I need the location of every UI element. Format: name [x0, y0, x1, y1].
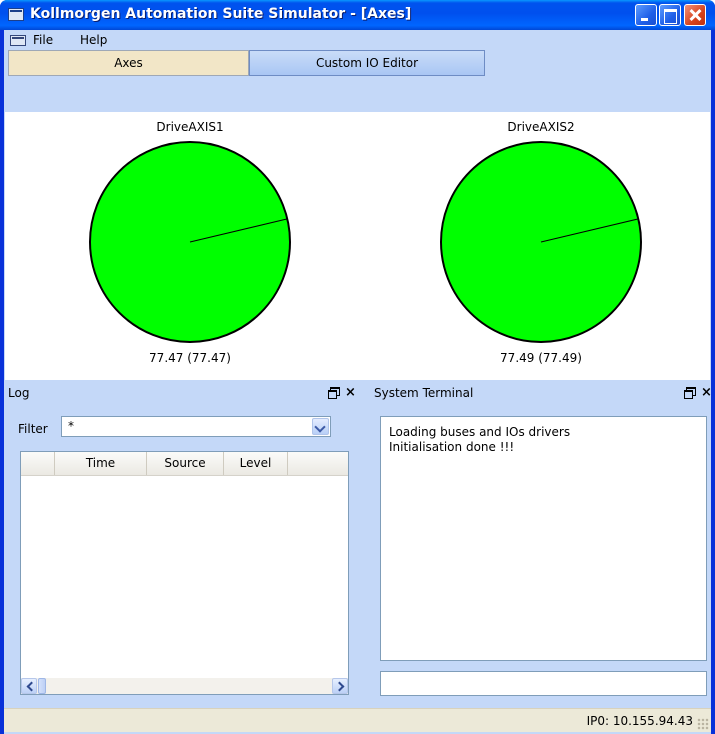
axis-readout-1: 77.47 (77.47): [149, 351, 231, 365]
column-header-source[interactable]: Source: [147, 452, 224, 475]
close-pane-icon[interactable]: ×: [701, 382, 712, 404]
terminal-output[interactable]: Loading buses and IOs drivers Initialisa…: [380, 416, 707, 661]
axes-panel: DriveAXIS1 77.47 (77.47) DriveAXIS2 77.4…: [5, 112, 710, 380]
window-title: Kollmorgen Automation Suite Simulator - …: [30, 6, 412, 22]
app-window: Kollmorgen Automation Suite Simulator - …: [0, 0, 715, 734]
log-pane: Filter * Time Source Level: [4, 406, 364, 706]
maximize-button[interactable]: [659, 4, 681, 26]
terminal-pane-header[interactable]: System Terminal ×: [370, 382, 712, 404]
client-area: File Help Axes Custom IO Editor DriveAXI…: [4, 30, 712, 734]
axis-name-2: DriveAXIS2: [507, 120, 574, 134]
log-table[interactable]: Time Source Level: [20, 451, 349, 695]
menu-help[interactable]: Help: [80, 33, 107, 47]
filter-value[interactable]: *: [68, 419, 74, 433]
terminal-pane-title: System Terminal: [374, 386, 474, 400]
app-icon: [8, 8, 24, 21]
float-window-icon[interactable]: [684, 387, 696, 399]
column-header-select[interactable]: [21, 452, 55, 475]
terminal-line: Initialisation done !!!: [389, 440, 515, 454]
close-button[interactable]: [684, 4, 706, 26]
menu-file[interactable]: File: [33, 33, 53, 47]
title-bar[interactable]: Kollmorgen Automation Suite Simulator - …: [0, 0, 715, 30]
terminal-input[interactable]: [380, 671, 707, 696]
scroll-left-icon[interactable]: [21, 678, 37, 694]
scroll-thumb[interactable]: [38, 678, 46, 694]
column-header-time[interactable]: Time: [55, 452, 147, 475]
log-table-header: Time Source Level: [21, 452, 348, 476]
float-window-icon[interactable]: [328, 387, 340, 399]
scroll-right-icon[interactable]: [332, 678, 348, 694]
tab-axes[interactable]: Axes: [8, 50, 249, 76]
column-header-level[interactable]: Level: [224, 452, 288, 475]
axis-gauge-1: DriveAXIS1 77.47 (77.47): [89, 120, 291, 365]
resize-grip-icon[interactable]: [697, 718, 709, 730]
status-bar: IP0: 10.155.94.43: [4, 708, 711, 732]
horizontal-scrollbar[interactable]: [21, 678, 348, 694]
document-icon[interactable]: [10, 35, 26, 46]
axis-gauge-2: DriveAXIS2 77.49 (77.49): [440, 120, 642, 365]
minimize-button[interactable]: [635, 4, 657, 26]
terminal-line: Loading buses and IOs drivers: [389, 425, 571, 439]
log-pane-header[interactable]: Log ×: [4, 382, 364, 404]
status-ip: IP0: 10.155.94.43: [586, 714, 693, 728]
tab-custom-io-editor[interactable]: Custom IO Editor: [249, 50, 485, 76]
filter-label: Filter: [18, 422, 48, 436]
log-pane-title: Log: [8, 386, 30, 400]
chevron-down-icon[interactable]: [312, 418, 329, 435]
filter-combobox[interactable]: *: [61, 416, 331, 437]
tab-strip: Axes Custom IO Editor: [4, 50, 711, 77]
axis-name-1: DriveAXIS1: [156, 120, 223, 134]
axes-canvas: DriveAXIS1 77.47 (77.47) DriveAXIS2 77.4…: [89, 120, 642, 365]
axis-readout-2: 77.49 (77.49): [500, 351, 582, 365]
menu-bar: File Help: [4, 30, 711, 50]
terminal-pane: Loading buses and IOs drivers Initialisa…: [370, 406, 711, 706]
close-pane-icon[interactable]: ×: [345, 382, 356, 404]
